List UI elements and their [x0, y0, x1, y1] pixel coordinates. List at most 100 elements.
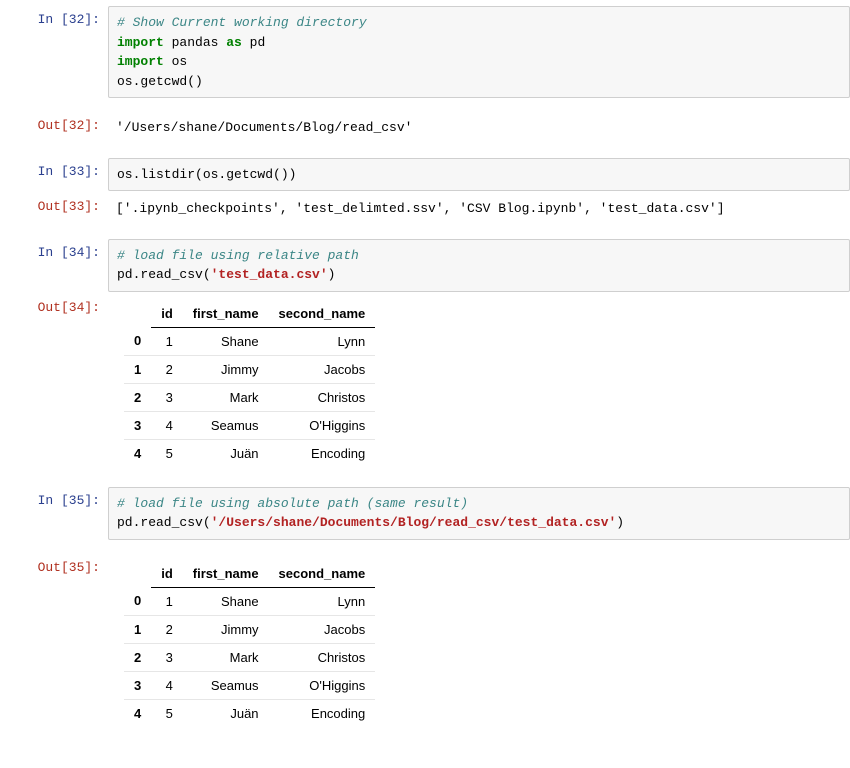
dataframe-table: id first_name second_name 0 1 Shane Lynn…	[124, 560, 375, 727]
table-cell: Encoding	[269, 439, 376, 467]
code-comment: # Show Current working directory	[117, 15, 367, 30]
output-cell-32: Out[32]: '/Users/shane/Documents/Blog/re…	[0, 112, 850, 144]
code-input-35[interactable]: # load file using absolute path (same re…	[108, 487, 850, 540]
out-prompt-35: Out[35]:	[0, 554, 108, 581]
table-cell: Christos	[269, 383, 376, 411]
table-cell: 3	[151, 383, 183, 411]
table-cell: Juän	[183, 439, 269, 467]
code-text: )	[328, 267, 336, 282]
table-row: 1 2 Jimmy Jacobs	[124, 355, 375, 383]
table-index: 1	[124, 615, 151, 643]
table-row: 3 4 Seamus O'Higgins	[124, 411, 375, 439]
table-cell: Jimmy	[183, 615, 269, 643]
table-cell: Encoding	[269, 699, 376, 727]
output-dataframe-35: id first_name second_name 0 1 Shane Lynn…	[108, 554, 850, 733]
output-cell-35: Out[35]: id first_name second_name 0 1 S…	[0, 554, 850, 733]
code-text: pandas	[164, 35, 226, 50]
table-header: second_name	[269, 300, 376, 328]
table-header: id	[151, 300, 183, 328]
code-input-32[interactable]: # Show Current working directory import …	[108, 6, 850, 98]
table-cell: Christos	[269, 643, 376, 671]
output-dataframe-34: id first_name second_name 0 1 Shane Lynn…	[108, 294, 850, 473]
output-cell-33: Out[33]: ['.ipynb_checkpoints', 'test_de…	[0, 193, 850, 225]
output-cell-34: Out[34]: id first_name second_name 0 1 S…	[0, 294, 850, 473]
table-row: 2 3 Mark Christos	[124, 643, 375, 671]
out-prompt-34: Out[34]:	[0, 294, 108, 321]
table-index: 4	[124, 439, 151, 467]
table-cell: Jimmy	[183, 355, 269, 383]
table-header: second_name	[269, 560, 376, 588]
table-index: 3	[124, 411, 151, 439]
table-cell: 4	[151, 411, 183, 439]
code-string: '/Users/shane/Documents/Blog/read_csv/te…	[211, 515, 617, 530]
table-cell: O'Higgins	[269, 411, 376, 439]
in-prompt-33: In [33]:	[0, 158, 108, 185]
table-cell: 2	[151, 615, 183, 643]
in-prompt-35: In [35]:	[0, 487, 108, 514]
code-string: 'test_data.csv'	[211, 267, 328, 282]
code-comment: # load file using absolute path (same re…	[117, 496, 468, 511]
code-input-34[interactable]: # load file using relative path pd.read_…	[108, 239, 850, 292]
table-cell: Seamus	[183, 411, 269, 439]
table-cell: 1	[151, 587, 183, 615]
table-cell: Mark	[183, 643, 269, 671]
table-header: first_name	[183, 560, 269, 588]
table-row: 4 5 Juän Encoding	[124, 439, 375, 467]
table-cell: 4	[151, 671, 183, 699]
code-text: pd.read_csv(	[117, 267, 211, 282]
table-row: 4 5 Juän Encoding	[124, 699, 375, 727]
table-row: 2 3 Mark Christos	[124, 383, 375, 411]
in-prompt-34: In [34]:	[0, 239, 108, 266]
table-cell: Shane	[183, 327, 269, 355]
table-cell: Jacobs	[269, 615, 376, 643]
table-cell: Lynn	[269, 327, 376, 355]
table-cell: 5	[151, 699, 183, 727]
table-cell: Juän	[183, 699, 269, 727]
input-cell-34: In [34]: # load file using relative path…	[0, 239, 850, 292]
code-keyword: import	[117, 54, 164, 69]
output-text-32: '/Users/shane/Documents/Blog/read_csv'	[108, 112, 850, 144]
out-prompt-33: Out[33]:	[0, 193, 108, 220]
code-text: )	[616, 515, 624, 530]
code-text: os.listdir(os.getcwd())	[117, 167, 296, 182]
table-row: 3 4 Seamus O'Higgins	[124, 671, 375, 699]
code-keyword: import	[117, 35, 164, 50]
dataframe-table: id first_name second_name 0 1 Shane Lynn…	[124, 300, 375, 467]
table-index: 2	[124, 383, 151, 411]
table-index: 1	[124, 355, 151, 383]
table-index: 2	[124, 643, 151, 671]
output-text-33: ['.ipynb_checkpoints', 'test_delimted.ss…	[108, 193, 850, 225]
table-corner	[124, 560, 151, 588]
table-index: 4	[124, 699, 151, 727]
code-text: os.getcwd()	[117, 74, 203, 89]
code-text: os	[164, 54, 187, 69]
code-keyword: as	[226, 35, 242, 50]
input-cell-35: In [35]: # load file using absolute path…	[0, 487, 850, 540]
table-cell: Shane	[183, 587, 269, 615]
table-cell: 5	[151, 439, 183, 467]
table-header: first_name	[183, 300, 269, 328]
out-prompt-32: Out[32]:	[0, 112, 108, 139]
code-text: pd.read_csv(	[117, 515, 211, 530]
code-text: pd	[242, 35, 265, 50]
table-row: 1 2 Jimmy Jacobs	[124, 615, 375, 643]
table-cell: O'Higgins	[269, 671, 376, 699]
input-cell-32: In [32]: # Show Current working director…	[0, 6, 850, 98]
table-corner	[124, 300, 151, 328]
table-cell: Lynn	[269, 587, 376, 615]
code-input-33[interactable]: os.listdir(os.getcwd())	[108, 158, 850, 192]
table-row: 0 1 Shane Lynn	[124, 327, 375, 355]
table-cell: Seamus	[183, 671, 269, 699]
table-row: 0 1 Shane Lynn	[124, 587, 375, 615]
table-index: 0	[124, 587, 151, 615]
table-cell: 2	[151, 355, 183, 383]
table-index: 3	[124, 671, 151, 699]
code-comment: # load file using relative path	[117, 248, 359, 263]
input-cell-33: In [33]: os.listdir(os.getcwd())	[0, 158, 850, 192]
table-header: id	[151, 560, 183, 588]
table-cell: 1	[151, 327, 183, 355]
table-cell: Jacobs	[269, 355, 376, 383]
table-cell: 3	[151, 643, 183, 671]
table-cell: Mark	[183, 383, 269, 411]
table-index: 0	[124, 327, 151, 355]
